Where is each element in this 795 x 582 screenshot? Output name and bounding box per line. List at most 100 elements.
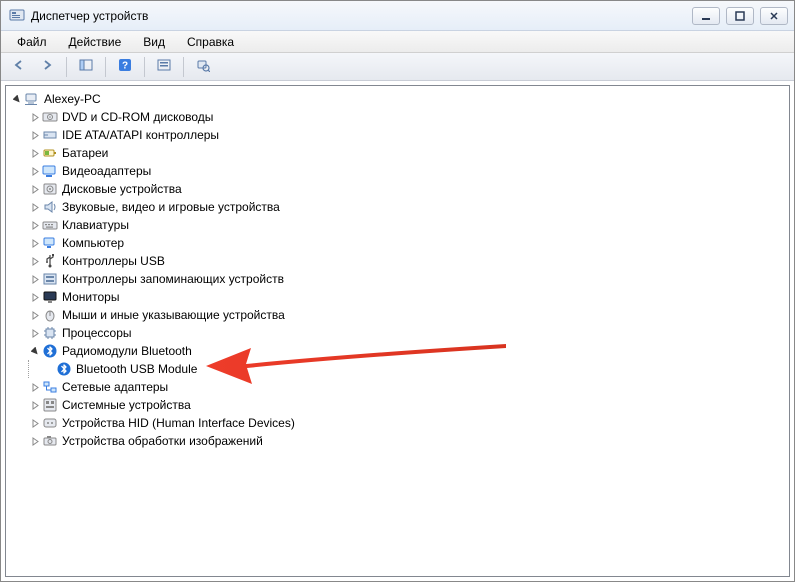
tree-category-row[interactable]: Контроллеры USB — [10, 252, 789, 270]
expander-icon[interactable] — [28, 290, 42, 304]
help-icon: ? — [118, 58, 132, 75]
tree-device-row[interactable]: Bluetooth USB Module — [10, 360, 789, 378]
tree-category-row[interactable]: DVD и CD-ROM дисководы — [10, 108, 789, 126]
close-button[interactable] — [760, 7, 788, 25]
menu-help[interactable]: Справка — [177, 31, 244, 52]
expander-icon[interactable] — [28, 146, 42, 160]
expander-icon[interactable] — [28, 128, 42, 142]
scan-icon — [196, 58, 210, 75]
scan-hardware-button[interactable] — [191, 56, 215, 78]
toolbar: ? — [1, 53, 794, 81]
help-button[interactable]: ? — [113, 56, 137, 78]
tree-category-label: Сетевые адаптеры — [62, 378, 168, 396]
expander-icon[interactable] — [28, 200, 42, 214]
tree-category-row[interactable]: Устройства обработки изображений — [10, 432, 789, 450]
device-tree: Alexey-PC DVD и CD-ROM дисководы IDE ATA… — [6, 86, 789, 454]
maximize-button[interactable] — [726, 7, 754, 25]
system-icon — [42, 397, 58, 413]
tree-root-row[interactable]: Alexey-PC — [10, 90, 789, 108]
expander-icon[interactable] — [28, 398, 42, 412]
tree-category-label: Батареи — [62, 144, 108, 162]
window-controls — [692, 7, 788, 25]
display-adapter-icon — [42, 163, 58, 179]
tree-category-label: Радиомодули Bluetooth — [62, 342, 192, 360]
tree-category-row[interactable]: Батареи — [10, 144, 789, 162]
expander-icon[interactable] — [28, 344, 42, 358]
tree-category-row[interactable]: Клавиатуры — [10, 216, 789, 234]
expander-icon[interactable] — [28, 326, 42, 340]
tree-category-row[interactable]: Мыши и иные указывающие устройства — [10, 306, 789, 324]
tree-category-row[interactable]: Устройства HID (Human Interface Devices) — [10, 414, 789, 432]
tree-category-row[interactable]: IDE ATA/ATAPI контроллеры — [10, 126, 789, 144]
tree-category-row[interactable]: Видеоадаптеры — [10, 162, 789, 180]
tree-category-row[interactable]: Радиомодули Bluetooth — [10, 342, 789, 360]
nav-back-button[interactable] — [7, 56, 31, 78]
tree-category-row[interactable]: Компьютер — [10, 234, 789, 252]
tree-category-label: Системные устройства — [62, 396, 191, 414]
properties-button[interactable] — [152, 56, 176, 78]
minimize-button[interactable] — [692, 7, 720, 25]
arrow-left-icon — [12, 58, 26, 75]
tree-category-row[interactable]: Дисковые устройства — [10, 180, 789, 198]
bluetooth-icon — [56, 361, 72, 377]
window-root: Диспетчер устройств Файл Действие Вид Сп… — [0, 0, 795, 582]
tree-category-row[interactable]: Системные устройства — [10, 396, 789, 414]
drive-icon — [42, 109, 58, 125]
tree-category-label: DVD и CD-ROM дисководы — [62, 108, 213, 126]
expander-icon[interactable] — [28, 236, 42, 250]
expander-icon[interactable] — [28, 254, 42, 268]
tree-category-label: Устройства обработки изображений — [62, 432, 263, 450]
expander-icon[interactable] — [28, 218, 42, 232]
tree-category-label: Видеоадаптеры — [62, 162, 151, 180]
tree-category-label: IDE ATA/ATAPI контроллеры — [62, 126, 219, 144]
show-hide-tree-button[interactable] — [74, 56, 98, 78]
tree-category-label: Процессоры — [62, 324, 132, 342]
tree-category-label: Клавиатуры — [62, 216, 129, 234]
battery-icon — [42, 145, 58, 161]
expander-icon[interactable] — [28, 308, 42, 322]
bluetooth-icon — [42, 343, 58, 359]
expander-icon[interactable] — [10, 92, 24, 106]
properties-icon — [157, 58, 171, 75]
tree-category-row[interactable]: Процессоры — [10, 324, 789, 342]
tree-category-label: Контроллеры USB — [62, 252, 165, 270]
window-title: Диспетчер устройств — [31, 9, 692, 23]
expander-icon[interactable] — [28, 110, 42, 124]
keyboard-icon — [42, 217, 58, 233]
processor-icon — [42, 325, 58, 341]
expander-icon[interactable] — [28, 272, 42, 286]
tree-category-row[interactable]: Мониторы — [10, 288, 789, 306]
expander-icon[interactable] — [28, 164, 42, 178]
app-icon — [9, 8, 25, 24]
nav-forward-button[interactable] — [35, 56, 59, 78]
toolbar-separator — [183, 57, 184, 77]
expander-icon[interactable] — [28, 380, 42, 394]
menu-action[interactable]: Действие — [59, 31, 132, 52]
menubar: Файл Действие Вид Справка — [1, 31, 794, 53]
tree-device-label: Bluetooth USB Module — [76, 360, 197, 378]
tree-category-row[interactable]: Контроллеры запоминающих устройств — [10, 270, 789, 288]
toolbar-separator — [144, 57, 145, 77]
mouse-icon — [42, 307, 58, 323]
tree-category-label: Мыши и иные указывающие устройства — [62, 306, 285, 324]
storage-controller-icon — [42, 271, 58, 287]
tree-pane-icon — [79, 58, 93, 75]
imaging-icon — [42, 433, 58, 449]
tree-category-label: Мониторы — [62, 288, 119, 306]
tree-root-label: Alexey-PC — [44, 90, 101, 108]
expander-icon[interactable] — [28, 416, 42, 430]
controller-icon — [42, 127, 58, 143]
monitor-icon — [42, 289, 58, 305]
menu-view[interactable]: Вид — [133, 31, 175, 52]
device-tree-pane[interactable]: Alexey-PC DVD и CD-ROM дисководы IDE ATA… — [5, 85, 790, 577]
network-icon — [42, 379, 58, 395]
tree-category-row[interactable]: Звуковые, видео и игровые устройства — [10, 198, 789, 216]
content-wrap: Alexey-PC DVD и CD-ROM дисководы IDE ATA… — [1, 81, 794, 581]
sound-icon — [42, 199, 58, 215]
usb-icon — [42, 253, 58, 269]
expander-icon[interactable] — [28, 182, 42, 196]
menu-file[interactable]: Файл — [7, 31, 57, 52]
tree-category-label: Компьютер — [62, 234, 124, 252]
expander-icon[interactable] — [28, 434, 42, 448]
tree-category-row[interactable]: Сетевые адаптеры — [10, 378, 789, 396]
